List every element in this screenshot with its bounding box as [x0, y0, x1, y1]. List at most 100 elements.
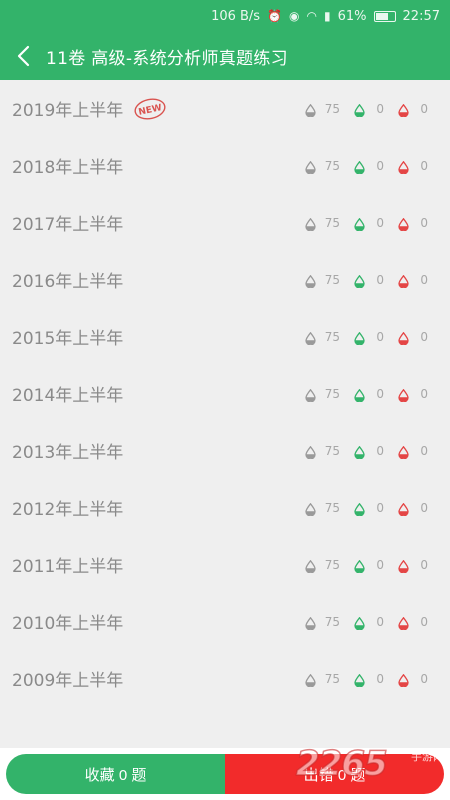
correct-stat: 0: [354, 102, 384, 118]
paper-row[interactable]: 2018年上半年 75 0 0: [0, 137, 450, 194]
water-drop-gray-icon: [305, 159, 316, 175]
paper-row[interactable]: 2010年上半年 75 0 0: [0, 593, 450, 650]
paper-row[interactable]: 2014年上半年 75 0 0: [0, 365, 450, 422]
correct-count: 0: [376, 443, 384, 458]
water-drop-green-icon: [354, 387, 365, 403]
wifi-icon: ◠: [306, 9, 318, 23]
paper-stats: 75 0 0: [305, 272, 428, 289]
total-count: 75: [324, 500, 340, 515]
water-drop-gray-icon: [305, 216, 316, 232]
correct-count: 0: [376, 158, 384, 173]
total-stat: 75: [305, 159, 340, 175]
paper-title: 2013年上半年: [12, 443, 124, 463]
correct-count: 0: [376, 272, 384, 287]
water-drop-green-icon: [354, 102, 365, 118]
paper-row[interactable]: 2016年上半年 75 0 0: [0, 251, 450, 308]
water-drop-gray-icon: [305, 501, 316, 517]
correct-stat: 0: [354, 615, 384, 631]
water-drop-green-icon: [354, 216, 365, 232]
paper-title: 2019年上半年: [12, 101, 124, 121]
water-drop-gray-icon: [305, 273, 316, 289]
total-count: 75: [324, 671, 340, 686]
correct-stat: 0: [354, 216, 384, 232]
wrong-count: 0: [420, 215, 428, 230]
water-drop-green-icon: [354, 615, 365, 631]
correct-count: 0: [376, 386, 384, 401]
water-drop-red-icon: [398, 102, 409, 118]
total-stat: 75: [305, 330, 340, 346]
wrong-stat: 0: [398, 330, 428, 346]
paper-title: 2017年上半年: [12, 215, 124, 235]
paper-stats: 75 0 0: [305, 158, 428, 175]
total-stat: 75: [305, 216, 340, 232]
wrong-count: 0: [420, 500, 428, 515]
paper-row[interactable]: 2019年上半年 NEW 75 0 0: [0, 80, 450, 137]
wrong-stat: 0: [398, 215, 428, 232]
water-drop-gray-icon: [305, 102, 316, 118]
paper-stats: 75 0 0: [305, 500, 428, 517]
wrong-count: 0: [420, 386, 428, 401]
paper-title: 2018年上半年: [12, 158, 124, 178]
errors-button[interactable]: 出错 0 题: [225, 754, 444, 794]
paper-stats: 75 0 0: [305, 557, 428, 574]
paper-title: 2012年上半年: [12, 500, 124, 520]
battery-percent: 61%: [337, 8, 367, 24]
paper-row[interactable]: 2011年上半年 75 0 0: [0, 536, 450, 593]
paper-row[interactable]: 2012年上半年 75 0 0: [0, 479, 450, 536]
total-stat: 75: [305, 615, 340, 631]
paper-row[interactable]: 2017年上半年 75 0 0: [0, 194, 450, 251]
correct-stat: 0: [354, 501, 384, 517]
total-stat: 75: [305, 671, 340, 688]
water-drop-green-icon: [354, 330, 365, 346]
total-stat: 75: [305, 500, 340, 517]
wrong-stat: 0: [398, 272, 428, 289]
total-stat: 75: [305, 102, 340, 118]
wrong-count: 0: [420, 671, 428, 686]
total-count: 75: [324, 557, 340, 572]
wrong-count: 0: [420, 272, 428, 287]
water-drop-gray-icon: [305, 387, 316, 403]
correct-count: 0: [376, 671, 384, 686]
paper-row[interactable]: 2015年上半年 75 0 0: [0, 308, 450, 365]
water-drop-gray-icon: [305, 558, 316, 574]
favorites-button[interactable]: 收藏 0 题: [6, 754, 225, 794]
paper-title: 2014年上半年: [12, 386, 124, 406]
water-drop-red-icon: [398, 444, 409, 460]
total-count: 75: [324, 386, 340, 401]
water-drop-red-icon: [398, 615, 409, 631]
bottom-bar: 收藏 0 题 出错 0 题: [0, 748, 450, 800]
correct-stat: 0: [354, 671, 384, 688]
clock: 22:57: [402, 8, 440, 24]
paper-stats: 75 0 0: [305, 443, 428, 460]
wrong-stat: 0: [398, 386, 428, 403]
paper-title: 2009年上半年: [12, 671, 124, 691]
page-title: 11卷 高级-系统分析师真题练习: [46, 48, 288, 69]
water-drop-gray-icon: [305, 672, 316, 688]
eye-icon: ◉: [289, 9, 300, 23]
signal-icon: ▮: [324, 9, 331, 23]
paper-row[interactable]: 2013年上半年 75 0 0: [0, 422, 450, 479]
water-drop-red-icon: [398, 672, 409, 688]
correct-count: 0: [376, 557, 384, 572]
paper-stats: 75 0 0: [305, 671, 428, 688]
alarm-icon: ⏰: [267, 9, 283, 23]
wrong-count: 0: [420, 557, 428, 572]
new-stamp-icon: NEW: [134, 97, 166, 120]
total-stat: 75: [305, 444, 340, 460]
correct-stat: 0: [354, 443, 384, 460]
water-drop-gray-icon: [305, 444, 316, 460]
water-drop-green-icon: [354, 501, 365, 517]
total-count: 75: [324, 272, 340, 287]
water-drop-red-icon: [398, 501, 409, 517]
correct-stat: 0: [354, 386, 384, 403]
correct-stat: 0: [354, 557, 384, 574]
paper-row[interactable]: 2009年上半年 75 0 0: [0, 650, 450, 707]
water-drop-red-icon: [398, 387, 409, 403]
paper-title: 2010年上半年: [12, 614, 124, 634]
back-button[interactable]: [0, 32, 46, 80]
paper-stats: 75 0 0: [305, 615, 428, 631]
paper-stats: 75 0 0: [305, 330, 428, 346]
paper-stats: 75 0 0: [305, 215, 428, 232]
wrong-count: 0: [420, 443, 428, 458]
water-drop-red-icon: [398, 216, 409, 232]
